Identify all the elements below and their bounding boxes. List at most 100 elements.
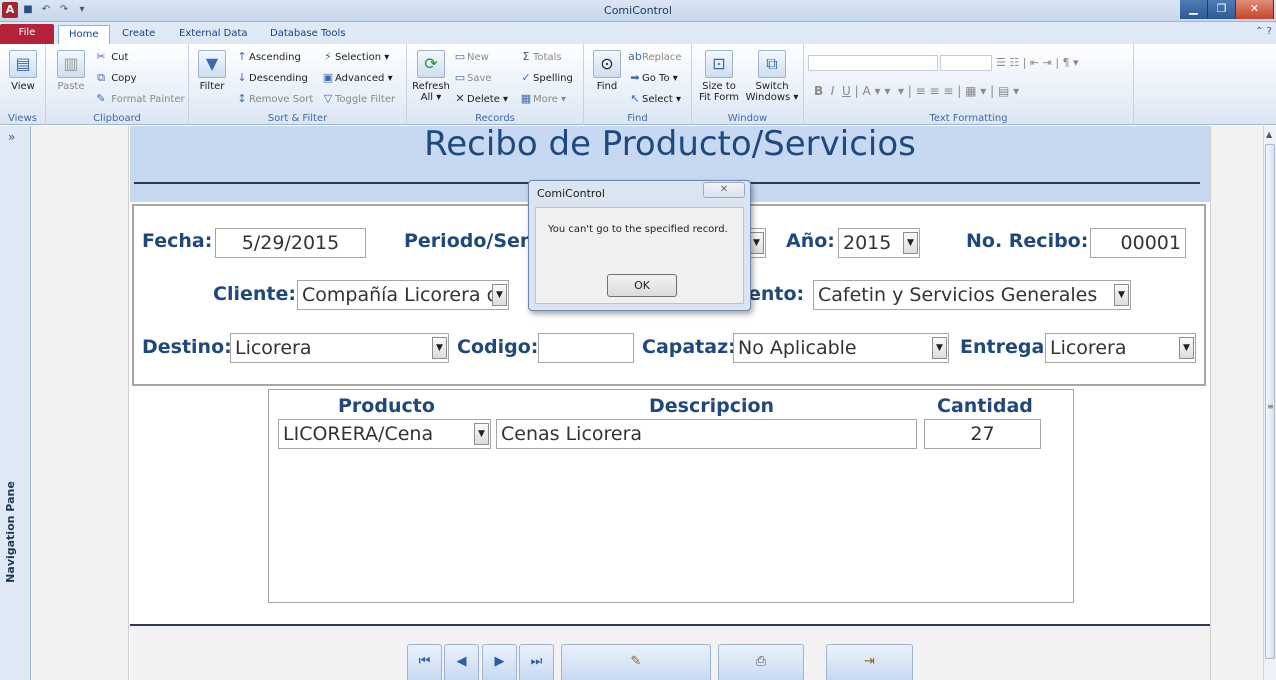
anio-combo[interactable]: 2015 ▼ — [838, 228, 920, 258]
dialog-close-button[interactable]: ✕ — [703, 182, 745, 198]
previous-record-button[interactable]: ◀ — [444, 644, 479, 680]
view-button[interactable]: ▤ View — [6, 50, 40, 92]
replace-button[interactable]: abReplace — [628, 50, 682, 63]
tab-database-tools[interactable]: Database Tools — [260, 25, 356, 44]
list-buttons[interactable]: ☰ ☷ | ⇤ ⇥ | ¶ ▾ — [996, 56, 1079, 69]
descending-button[interactable]: ↓ Descending — [235, 71, 307, 84]
first-record-button[interactable]: ⏮ — [407, 644, 442, 680]
size-to-fit-icon: ⊡ — [705, 50, 733, 78]
totals-label: Totals — [533, 52, 562, 63]
message-dialog: ComiControl ✕ You can't go to the specif… — [528, 180, 751, 311]
new-record-button[interactable]: ▭ New — [453, 50, 489, 63]
tab-home[interactable]: Home — [58, 25, 110, 44]
toggle-filter-icon: ▽ — [323, 92, 333, 105]
more-button[interactable]: ▦ More ▾ — [519, 92, 566, 105]
format-painter-icon: ✎ — [96, 92, 106, 105]
chevron-down-icon[interactable]: ▼ — [749, 232, 764, 254]
select-button[interactable]: ↖ Select ▾ — [628, 92, 681, 105]
switch-windows-button[interactable]: ⧉ Switch Windows ▾ — [744, 50, 800, 103]
codigo-field[interactable] — [538, 333, 634, 363]
cliente-combo[interactable]: Compañía Licorera d ▼ — [297, 280, 509, 310]
view-icon: ▤ — [9, 50, 37, 78]
vertical-scrollbar[interactable]: ▲ ≡ — [1263, 126, 1276, 680]
destino-combo[interactable]: Licorera ▼ — [230, 333, 449, 363]
chevron-down-icon[interactable]: ▼ — [1179, 337, 1194, 359]
form-title: Recibo de Producto/Servicios — [424, 124, 916, 164]
cut-icon: ✂ — [96, 50, 106, 63]
producto-combo[interactable]: LICORERA/Cena ▼ — [278, 419, 491, 449]
nav-pane-label[interactable]: Navigation Pane — [4, 472, 17, 592]
filter-label: Filter — [199, 81, 225, 92]
title-bar: A ■ ↶ ↷ ▾ ComiControl ▁ ❐ ✕ — [0, 0, 1276, 22]
recibo-field[interactable]: 00001 — [1090, 228, 1186, 258]
edit-button[interactable]: ✎ — [561, 644, 711, 680]
goto-button[interactable]: ➡ Go To ▾ — [628, 71, 677, 84]
form-left-margin — [31, 126, 129, 680]
advanced-label: Advanced ▾ — [335, 73, 393, 84]
next-record-button[interactable]: ▶ — [482, 644, 517, 680]
ascending-label: Ascending — [249, 52, 301, 63]
minimize-button[interactable]: ▁ — [1180, 0, 1208, 19]
chevron-down-icon[interactable]: ▼ — [492, 284, 507, 306]
size-to-fit-button[interactable]: ⊡ Size to Fit Form — [696, 50, 742, 103]
new-record-icon: ▭ — [454, 50, 466, 63]
selection-button[interactable]: ⚡ Selection ▾ — [321, 50, 389, 63]
save-record-icon: ▭ — [454, 71, 466, 84]
delete-button[interactable]: ✕ Delete ▾ — [453, 92, 508, 105]
cantidad-field[interactable]: 27 — [924, 419, 1041, 449]
paste-button[interactable]: ▥ Paste — [54, 50, 88, 92]
copy-button[interactable]: ⧉ Copy — [94, 71, 137, 85]
remove-sort-button[interactable]: ↕ Remove Sort — [235, 92, 313, 105]
refresh-all-button[interactable]: ⟳ Refresh All ▾ — [411, 50, 451, 103]
font-size-dropdown[interactable] — [940, 55, 992, 71]
codigo-label: Codigo: — [457, 336, 539, 358]
find-button[interactable]: ⊙ Find — [588, 50, 626, 92]
goto-arrow-icon: ➡ — [630, 71, 640, 84]
totals-button[interactable]: Σ Totals — [519, 50, 562, 63]
toggle-filter-button[interactable]: ▽ Toggle Filter — [321, 92, 395, 105]
group-label-window: Window — [727, 113, 768, 124]
tab-external-data[interactable]: External Data — [169, 25, 258, 44]
fecha-field[interactable]: 5/29/2015 — [215, 228, 366, 258]
ascending-button[interactable]: ↑ Ascending — [235, 50, 301, 63]
fit-form-label: Fit Form — [698, 92, 740, 103]
tab-file[interactable]: File — [0, 24, 54, 44]
font-style-buttons[interactable]: B I U | A ▾ ▾ ▾ | ≡ ≡ ≡ | ▦ ▾ | ▤ ▾ — [814, 84, 1019, 98]
advanced-filter-icon: ▣ — [322, 71, 334, 84]
save-record-button[interactable]: ▭ Save — [453, 71, 492, 84]
close-window-button[interactable]: ✕ — [1236, 0, 1274, 19]
replace-label: Replace — [642, 52, 682, 63]
format-painter-button[interactable]: ✎ Format Painter — [94, 92, 184, 105]
spelling-button[interactable]: ✓ Spelling — [519, 71, 572, 84]
departamento-value: Cafetin y Servicios Generales — [818, 284, 1098, 306]
remove-sort-label: Remove Sort — [249, 94, 314, 105]
filter-button[interactable]: ▼ Filter — [195, 50, 229, 92]
nav-pane-toggle[interactable]: » — [8, 130, 15, 144]
scroll-up-icon[interactable]: ▲ — [1266, 130, 1272, 139]
capataz-combo[interactable]: No Aplicable ▼ — [733, 333, 949, 363]
destino-value: Licorera — [235, 337, 312, 359]
chevron-down-icon[interactable]: ▼ — [1114, 284, 1129, 306]
navigation-pane[interactable]: » Navigation Pane — [0, 126, 31, 680]
restore-button[interactable]: ❐ — [1208, 0, 1236, 19]
select-label: Select ▾ — [642, 94, 682, 105]
exit-button[interactable]: ⇥ — [826, 644, 913, 680]
advanced-button[interactable]: ▣ Advanced ▾ — [321, 71, 393, 84]
cliente-value: Compañía Licorera d — [302, 284, 499, 306]
chevron-down-icon[interactable]: ▼ — [932, 337, 947, 359]
destino-label: Destino: — [142, 336, 232, 358]
descripcion-field[interactable]: Cenas Licorera — [496, 419, 917, 449]
cut-button[interactable]: ✂ Cut — [94, 50, 128, 63]
chevron-down-icon[interactable]: ▼ — [903, 232, 918, 254]
font-name-dropdown[interactable] — [808, 55, 938, 71]
close-icon: ✕ — [719, 184, 729, 195]
tab-create[interactable]: Create — [112, 25, 165, 44]
help-icon[interactable]: ⌃ ? — [1255, 26, 1272, 37]
chevron-down-icon[interactable]: ▼ — [432, 337, 447, 359]
chevron-down-icon[interactable]: ▼ — [474, 423, 489, 445]
entrega-combo[interactable]: Licorera ▼ — [1045, 333, 1196, 363]
departamento-combo[interactable]: Cafetin y Servicios Generales ▼ — [813, 280, 1131, 310]
last-record-button[interactable]: ⏭ — [519, 644, 554, 680]
ok-button[interactable]: OK — [607, 274, 677, 297]
print-button[interactable]: ⎙ — [718, 644, 804, 680]
